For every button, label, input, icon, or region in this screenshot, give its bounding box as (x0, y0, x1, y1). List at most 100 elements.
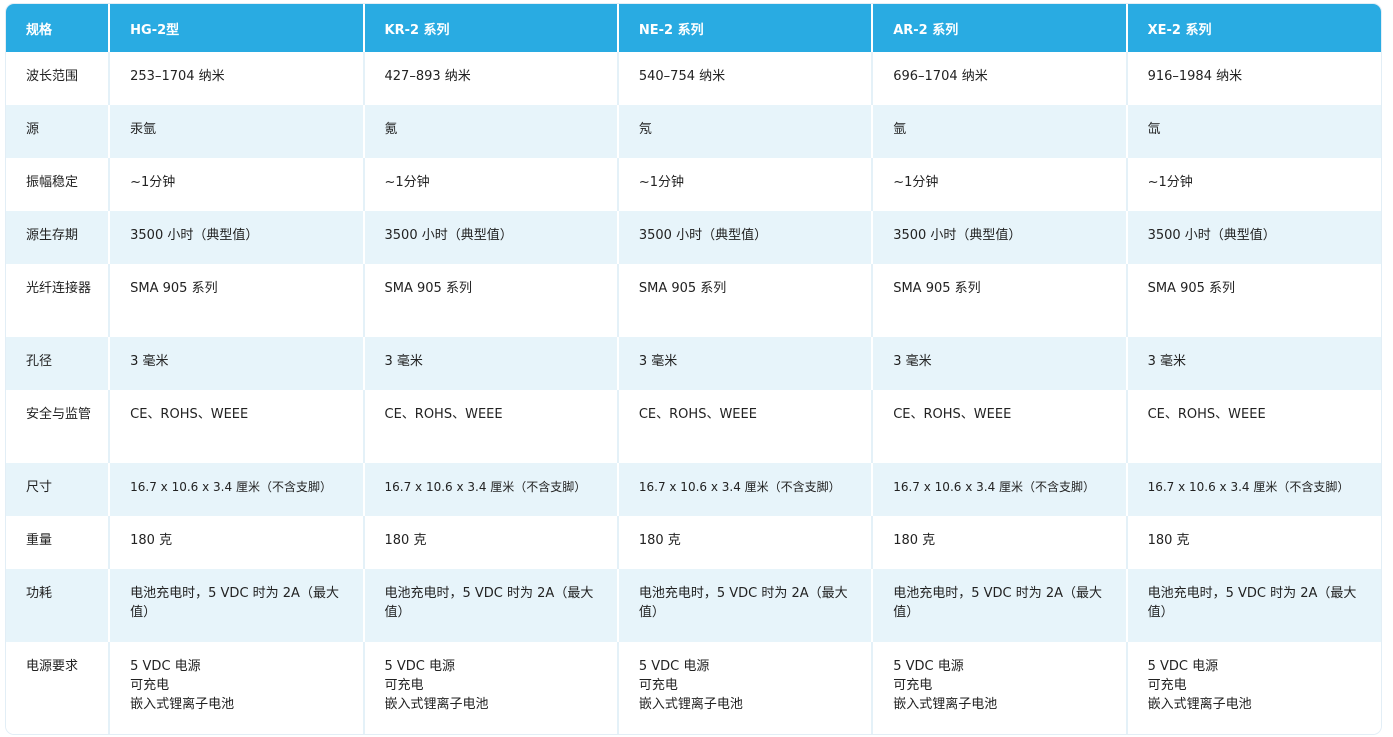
table-cell: 氩 (872, 105, 1128, 158)
row-label: 孔径 (6, 337, 111, 390)
table-cell: 3 毫米 (1126, 337, 1381, 390)
table-cell: 3500 小时（典型值） (363, 211, 619, 264)
table-row: 功耗 电池充电时，5 VDC 时为 2A（最大值） 电池充电时，5 VDC 时为… (6, 569, 1381, 642)
row-label: 源 (6, 105, 111, 158)
power-line: 嵌入式锂离子电池 (893, 697, 998, 712)
table-cell: 16.7 x 10.6 x 3.4 厘米（不含支脚） (109, 463, 365, 516)
table-cell: SMA 905 系列 (363, 264, 619, 337)
table-cell: 180 克 (872, 516, 1128, 569)
table-row: 电源要求 5 VDC 电源 可充电 嵌入式锂离子电池 5 VDC 电源 可充电 … (6, 642, 1381, 734)
table-cell: 253–1704 纳米 (109, 52, 365, 105)
table-cell: 180 克 (1126, 516, 1381, 569)
table-cell: CE、ROHS、WEEE (1126, 390, 1381, 463)
table-cell: ~1分钟 (363, 158, 619, 211)
table-cell: 氙 (1126, 105, 1381, 158)
table-cell: 电池充电时，5 VDC 时为 2A（最大值） (363, 569, 619, 642)
table-cell: 16.7 x 10.6 x 3.4 厘米（不含支脚） (617, 463, 874, 516)
table-cell: SMA 905 系列 (617, 264, 874, 337)
table-row: 安全与监管 CE、ROHS、WEEE CE、ROHS、WEEE CE、ROHS、… (6, 390, 1381, 463)
table-cell: 3 毫米 (617, 337, 874, 390)
table-row: 振幅稳定 ~1分钟 ~1分钟 ~1分钟 ~1分钟 ~1分钟 (6, 158, 1381, 211)
table-cell: 电池充电时，5 VDC 时为 2A（最大值） (872, 569, 1128, 642)
table-cell: 180 克 (109, 516, 365, 569)
spec-table-container: 规格 HG-2型 KR-2 系列 NE-2 系列 AR-2 系列 XE-2 系列… (6, 4, 1381, 734)
table-cell: 电池充电时，5 VDC 时为 2A（最大值） (1126, 569, 1381, 642)
table-cell: 汞氩 (109, 105, 365, 158)
power-line: 5 VDC 电源 (893, 659, 964, 674)
power-line: 可充电 (1147, 678, 1187, 693)
table-cell: 180 克 (617, 516, 874, 569)
row-label: 重量 (6, 516, 111, 569)
table-cell: 3500 小时（典型值） (1126, 211, 1381, 264)
power-line: 5 VDC 电源 (384, 659, 456, 674)
power-line: 可充电 (893, 678, 933, 693)
table-cell: 5 VDC 电源 可充电 嵌入式锂离子电池 (617, 642, 874, 734)
table-cell: SMA 905 系列 (872, 264, 1128, 337)
power-line: 嵌入式锂离子电池 (130, 697, 235, 712)
header-kr2: KR-2 系列 (363, 4, 619, 52)
table-cell: 3500 小时（典型值） (872, 211, 1128, 264)
table-row: 源生存期 3500 小时（典型值） 3500 小时（典型值） 3500 小时（典… (6, 211, 1381, 264)
table-cell: 5 VDC 电源 可充电 嵌入式锂离子电池 (363, 642, 619, 734)
table-cell: 3 毫米 (872, 337, 1128, 390)
table-cell: ~1分钟 (1126, 158, 1381, 211)
table-cell: 5 VDC 电源 可充电 嵌入式锂离子电池 (1126, 642, 1381, 734)
header-spec: 规格 (6, 4, 111, 52)
table-cell: 3500 小时（典型值） (617, 211, 874, 264)
table-cell: 427–893 纳米 (363, 52, 619, 105)
table-cell: 5 VDC 电源 可充电 嵌入式锂离子电池 (109, 642, 365, 734)
table-cell: 16.7 x 10.6 x 3.4 厘米（不含支脚） (872, 463, 1128, 516)
table-row: 重量 180 克 180 克 180 克 180 克 180 克 (6, 516, 1381, 569)
row-label: 光纤连接器 (6, 264, 111, 337)
table-cell: ~1分钟 (109, 158, 365, 211)
table-cell: 3 毫米 (109, 337, 365, 390)
table-cell: 180 克 (363, 516, 619, 569)
row-label: 波长范围 (6, 52, 111, 105)
power-line: 嵌入式锂离子电池 (384, 697, 489, 712)
table-cell: 696–1704 纳米 (872, 52, 1128, 105)
table-cell: CE、ROHS、WEEE (617, 390, 874, 463)
row-label: 源生存期 (6, 211, 111, 264)
power-line: 可充电 (130, 678, 170, 693)
table-cell: 16.7 x 10.6 x 3.4 厘米（不含支脚） (1126, 463, 1381, 516)
table-row: 尺寸 16.7 x 10.6 x 3.4 厘米（不含支脚） 16.7 x 10.… (6, 463, 1381, 516)
header-ar2: AR-2 系列 (872, 4, 1128, 52)
table-cell: CE、ROHS、WEEE (363, 390, 619, 463)
table-cell: 氪 (363, 105, 619, 158)
power-line: 可充电 (638, 678, 678, 693)
spec-table: 规格 HG-2型 KR-2 系列 NE-2 系列 AR-2 系列 XE-2 系列… (6, 4, 1381, 734)
table-cell: 电池充电时，5 VDC 时为 2A（最大值） (109, 569, 365, 642)
table-cell: 16.7 x 10.6 x 3.4 厘米（不含支脚） (363, 463, 619, 516)
table-cell: CE、ROHS、WEEE (109, 390, 365, 463)
table-row: 波长范围 253–1704 纳米 427–893 纳米 540–754 纳米 6… (6, 52, 1381, 105)
table-cell: SMA 905 系列 (1126, 264, 1381, 337)
power-line: 5 VDC 电源 (130, 659, 201, 674)
power-line: 5 VDC 电源 (638, 659, 710, 674)
header-ne2: NE-2 系列 (617, 4, 874, 52)
table-row: 源 汞氩 氪 氖 氩 氙 (6, 105, 1381, 158)
power-line: 5 VDC 电源 (1147, 659, 1219, 674)
row-label: 尺寸 (6, 463, 111, 516)
row-label: 功耗 (6, 569, 111, 642)
table-cell: 5 VDC 电源 可充电 嵌入式锂离子电池 (872, 642, 1128, 734)
table-cell: 916–1984 纳米 (1126, 52, 1381, 105)
power-line: 嵌入式锂离子电池 (1147, 697, 1252, 712)
table-cell: ~1分钟 (617, 158, 874, 211)
table-row: 孔径 3 毫米 3 毫米 3 毫米 3 毫米 3 毫米 (6, 337, 1381, 390)
header-row: 规格 HG-2型 KR-2 系列 NE-2 系列 AR-2 系列 XE-2 系列 (6, 4, 1381, 52)
table-cell: 3500 小时（典型值） (109, 211, 365, 264)
table-cell: 540–754 纳米 (617, 52, 874, 105)
row-label: 振幅稳定 (6, 158, 111, 211)
table-cell: ~1分钟 (872, 158, 1128, 211)
header-xe2: XE-2 系列 (1126, 4, 1381, 52)
table-cell: SMA 905 系列 (109, 264, 365, 337)
table-cell: 氖 (617, 105, 874, 158)
table-cell: 3 毫米 (363, 337, 619, 390)
row-label: 电源要求 (6, 642, 111, 734)
power-line: 嵌入式锂离子电池 (638, 697, 743, 712)
header-hg2: HG-2型 (109, 4, 365, 52)
table-cell: CE、ROHS、WEEE (872, 390, 1128, 463)
table-row: 光纤连接器 SMA 905 系列 SMA 905 系列 SMA 905 系列 S… (6, 264, 1381, 337)
table-cell: 电池充电时，5 VDC 时为 2A（最大值） (617, 569, 874, 642)
power-line: 可充电 (384, 678, 424, 693)
